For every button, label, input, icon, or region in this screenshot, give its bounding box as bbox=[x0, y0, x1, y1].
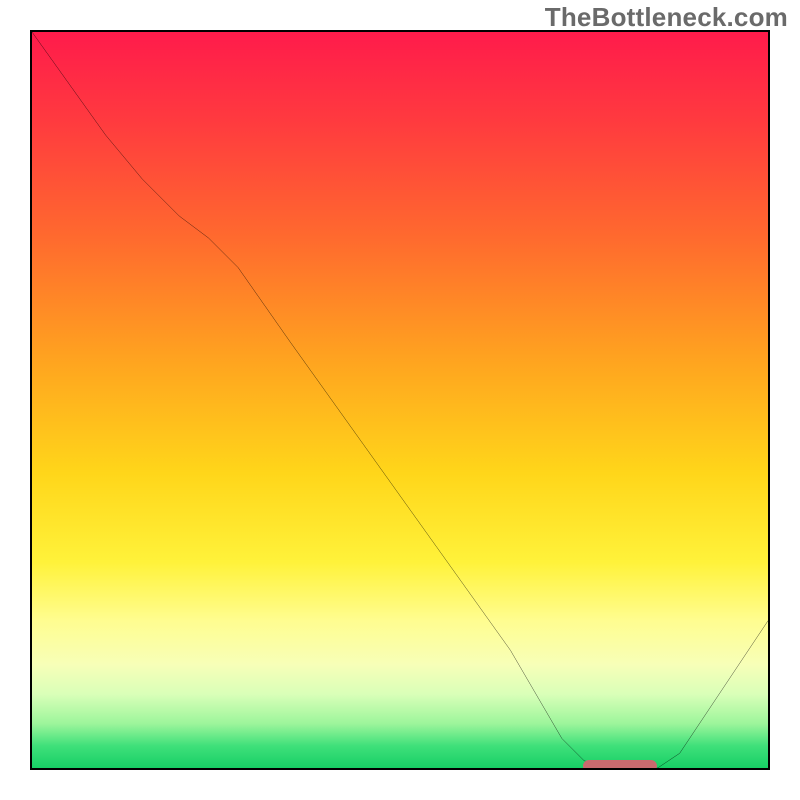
optimal-range-marker bbox=[583, 760, 657, 770]
watermark-text: TheBottleneck.com bbox=[545, 2, 788, 33]
plot-area bbox=[30, 30, 770, 770]
chart-wrapper: TheBottleneck.com bbox=[0, 0, 800, 800]
bottleneck-curve bbox=[32, 32, 768, 768]
